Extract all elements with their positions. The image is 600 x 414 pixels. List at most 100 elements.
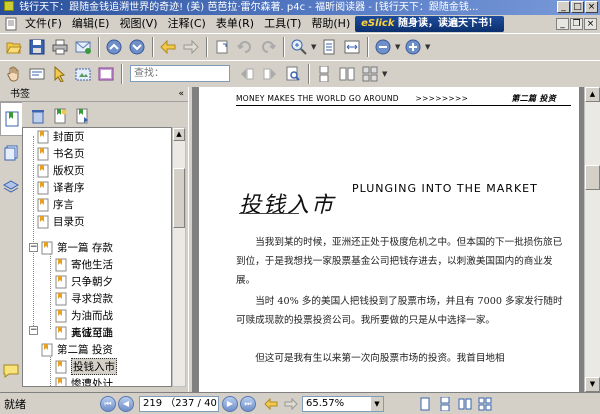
- bookmark-item[interactable]: 为油而战: [55, 307, 113, 324]
- bookmark-scrollbar[interactable]: ▲: [172, 127, 186, 387]
- bookmark-item[interactable]: 只争朝夕: [55, 273, 113, 290]
- scroll-thumb[interactable]: [173, 168, 185, 228]
- menu-view[interactable]: 视图(V): [114, 15, 162, 33]
- continuous-page-icon[interactable]: [438, 396, 452, 411]
- scroll-up-arrow[interactable]: ▲: [173, 128, 185, 141]
- find-next-button[interactable]: [259, 63, 281, 85]
- zoom-in-button[interactable]: [402, 36, 424, 58]
- document-view: MONEY MAKES THE WORLD GO AROUND >>>>>>>>…: [193, 87, 600, 392]
- arrow-left-icon[interactable]: [264, 397, 278, 411]
- menu-form[interactable]: 表单(R): [211, 15, 259, 33]
- minimize-window-button[interactable]: _: [557, 1, 570, 13]
- zoom-value: 65.57%: [306, 397, 345, 409]
- single-page-icon[interactable]: [418, 397, 432, 411]
- rotate-button[interactable]: [211, 36, 233, 58]
- app-icon: [4, 1, 14, 11]
- facing-pages-icon[interactable]: [458, 397, 472, 411]
- page-number-input[interactable]: 219 （237 / 40: [139, 395, 219, 412]
- open-button[interactable]: [3, 36, 25, 58]
- scroll-up-arrow[interactable]: ▲: [585, 87, 600, 102]
- document-icon[interactable]: [4, 17, 18, 31]
- bookmark-item[interactable]: 序言: [37, 196, 74, 213]
- image-tool-button[interactable]: [95, 63, 117, 85]
- next-page-button[interactable]: [126, 36, 148, 58]
- bookmark-item[interactable]: 投钱入市: [55, 358, 117, 375]
- tab-comments[interactable]: [0, 354, 22, 388]
- hand-tool-button[interactable]: [3, 63, 25, 85]
- next-page-status-button[interactable]: ▶: [222, 395, 238, 412]
- search-document-button[interactable]: [282, 63, 304, 85]
- zoom-tool-dropdown[interactable]: ▼: [311, 39, 318, 55]
- zoom-select[interactable]: 65.57% ▼: [302, 395, 384, 412]
- menu-file[interactable]: 文件(F): [20, 15, 67, 33]
- bookmark-item[interactable]: 真诚至上: [55, 324, 113, 341]
- back-button[interactable]: [157, 36, 179, 58]
- zoom-tool-button[interactable]: [288, 36, 310, 58]
- bookmark-item[interactable]: 寻求贷款: [55, 290, 113, 307]
- zoom-out-dropdown[interactable]: ▼: [395, 39, 402, 55]
- email-button[interactable]: [72, 36, 94, 58]
- chevron-down-icon[interactable]: ▼: [371, 396, 383, 411]
- continuous-view-button[interactable]: [313, 63, 335, 85]
- document-scrollbar[interactable]: ▲ ▼: [584, 87, 600, 392]
- fit-width-button[interactable]: [341, 36, 363, 58]
- grid-pages-icon[interactable]: [478, 397, 492, 411]
- last-page-button[interactable]: ⏭: [240, 395, 256, 412]
- new-bookmark-icon[interactable]: [52, 108, 68, 124]
- page-layout-dropdown[interactable]: ▼: [382, 66, 389, 82]
- previous-page-button[interactable]: [103, 36, 125, 58]
- window-controls: _ □ ×: [557, 1, 598, 13]
- bookmark-item[interactable]: 书名页: [37, 145, 85, 162]
- save-button[interactable]: [26, 36, 48, 58]
- menu-tools[interactable]: 工具(T): [259, 15, 306, 33]
- doc-close-button[interactable]: ×: [584, 18, 597, 30]
- status-text: 就绪: [4, 397, 26, 411]
- menu-comment[interactable]: 注释(C): [163, 15, 211, 33]
- maximize-window-button[interactable]: □: [571, 1, 584, 13]
- grid-pages-icon: [362, 66, 378, 81]
- zoom-out-button[interactable]: [372, 36, 394, 58]
- scroll-thumb[interactable]: [585, 165, 600, 190]
- close-window-button[interactable]: ×: [585, 1, 598, 13]
- text-select-button[interactable]: [26, 63, 48, 85]
- tab-pages[interactable]: [0, 136, 22, 170]
- print-button[interactable]: [49, 36, 71, 58]
- doc-restore-button[interactable]: ❐: [570, 18, 583, 30]
- tab-layers[interactable]: [0, 170, 22, 204]
- collapse-expander[interactable]: −: [29, 326, 38, 335]
- arrow-up-circle-icon: [106, 39, 122, 54]
- bookmark-item[interactable]: 第一篇 存款: [41, 239, 113, 256]
- bookmark-item[interactable]: 版权页: [37, 162, 85, 179]
- zoom-in-dropdown[interactable]: ▼: [425, 39, 432, 55]
- bookmark-properties-icon[interactable]: [74, 108, 90, 124]
- bookmark-item[interactable]: 译者序: [37, 179, 85, 196]
- prev-page-button[interactable]: ◀: [118, 395, 134, 412]
- bookmark-item[interactable]: 寄他生活: [55, 256, 113, 273]
- bookmark-item[interactable]: 封面页: [37, 128, 85, 145]
- menu-bar: 文件(F) 编辑(E) 视图(V) 注释(C) 表单(R) 工具(T) 帮助(H…: [0, 15, 600, 33]
- delete-bookmark-icon[interactable]: [30, 108, 46, 124]
- find-previous-button[interactable]: [236, 63, 258, 85]
- page-layout-button[interactable]: [359, 63, 381, 85]
- menu-help[interactable]: 帮助(H): [306, 15, 355, 33]
- ad-banner[interactable]: eSlick 随身读，读遍天下书！: [355, 16, 504, 32]
- collapse-expander[interactable]: −: [29, 243, 38, 252]
- select-arrow-button[interactable]: [49, 63, 71, 85]
- facing-view-button[interactable]: [336, 63, 358, 85]
- redo-button[interactable]: [257, 36, 279, 58]
- fit-page-button[interactable]: [318, 36, 340, 58]
- tab-bookmarks[interactable]: [0, 102, 22, 136]
- scroll-down-arrow[interactable]: ▼: [585, 377, 600, 392]
- first-page-button[interactable]: ⏮: [100, 395, 116, 412]
- bookmark-item[interactable]: 惨遭处计: [55, 375, 113, 386]
- bookmark-item[interactable]: 目录页: [37, 213, 85, 230]
- undo-button[interactable]: [234, 36, 256, 58]
- doc-minimize-button[interactable]: _: [556, 18, 569, 30]
- menu-edit[interactable]: 编辑(E): [67, 15, 115, 33]
- search-input[interactable]: [130, 65, 230, 82]
- forward-button[interactable]: [180, 36, 202, 58]
- snapshot-button[interactable]: [72, 63, 94, 85]
- arrow-right-icon[interactable]: [284, 397, 298, 411]
- bookmark-item[interactable]: 第二篇 投资: [41, 341, 113, 358]
- collapse-panel-button[interactable]: «: [178, 87, 184, 102]
